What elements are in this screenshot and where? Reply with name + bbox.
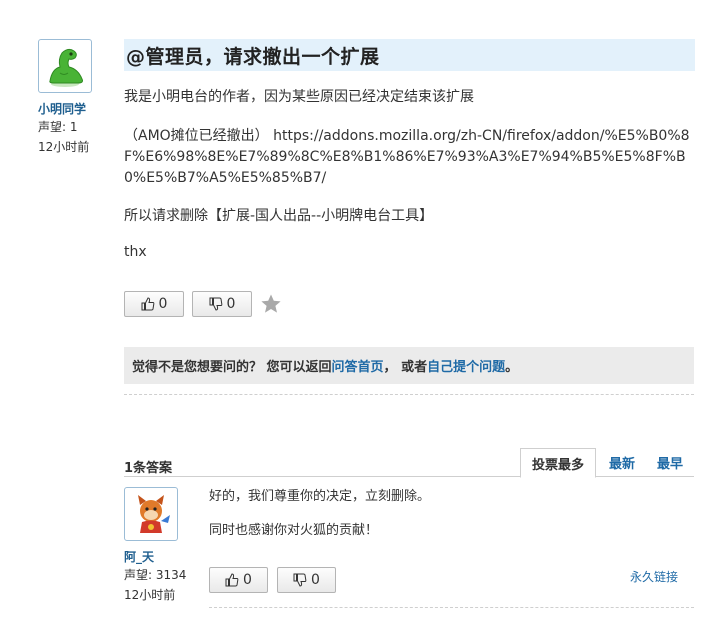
author-name[interactable]: 阿_天 [124, 548, 204, 565]
notice-middle: ， 或者 [383, 360, 428, 375]
upvote-count: 0 [158, 296, 168, 312]
notice-suffix: 。 [505, 360, 519, 375]
notice-bar: 觉得不是您想要问的？ 您可以返回 问答首页， 或者 自己提个问题。 [124, 347, 694, 384]
author-reputation: 声望: 1 [38, 120, 78, 134]
avatar[interactable] [38, 39, 92, 93]
thumbs-down-icon [293, 573, 307, 587]
answers-header: 1条答案 投票最多 最新 最早 [124, 448, 694, 478]
divider [209, 607, 694, 608]
author-reputation: 声望: 3134 [124, 568, 187, 582]
tab-newest[interactable]: 最新 [598, 448, 646, 477]
question-paragraph: 所以请求删除【扩展-国人出品--小明牌电台工具】 [124, 208, 434, 224]
answers-count: 1条答案 [124, 461, 173, 476]
thumbs-up-icon [141, 297, 154, 311]
ask-question-link[interactable]: 自己提个问题 [427, 356, 505, 375]
thumbs-down-icon [209, 297, 222, 311]
answer-vote-row: 0 0 [209, 567, 336, 593]
question-vote-row: 0 0 [124, 291, 282, 317]
question-paragraph: thx [124, 244, 147, 260]
question-author: 小明同学 声望: 1 12小时前 [38, 39, 108, 157]
star-icon [261, 294, 281, 313]
upvote-count: 0 [243, 572, 252, 588]
qa-home-link[interactable]: 问答首页 [332, 356, 384, 375]
answer-paragraph: 好的，我们尊重你的决定，立刻删除。 [209, 489, 431, 504]
downvote-button[interactable]: 0 [277, 567, 336, 593]
thumbs-up-icon [225, 573, 239, 587]
answer-body: 好的，我们尊重你的决定，立刻删除。 同时也感谢你对火狐的贡献！ [209, 487, 679, 555]
answer-author: 阿_天 声望: 3134 12小时前 [124, 487, 204, 605]
fox-mascot-avatar-icon [138, 495, 170, 533]
downvote-count: 0 [311, 572, 320, 588]
tab-oldest[interactable]: 最早 [646, 448, 694, 477]
tab-most-votes[interactable]: 投票最多 [519, 448, 596, 478]
question-title: @管理员，请求撤出一个扩展 [126, 45, 380, 68]
permalink[interactable]: 永久链接 [630, 568, 678, 585]
upvote-button[interactable]: 0 [124, 291, 184, 317]
question-paragraph-url: （AMO摊位已经撤出） https://addons.mozilla.org/z… [124, 128, 690, 186]
notice-prefix: 觉得不是您想要问的？ 您可以返回 [132, 360, 332, 375]
dinosaur-avatar-icon [49, 48, 83, 87]
sort-tabs: 投票最多 最新 最早 [519, 448, 694, 478]
favorite-star-button[interactable] [260, 293, 282, 315]
downvote-button[interactable]: 0 [192, 291, 252, 317]
post-time: 12小时前 [124, 588, 176, 602]
divider [124, 394, 694, 395]
question-paragraph: 我是小明电台的作者，因为某些原因已经决定结束该扩展 [124, 89, 474, 105]
question-title-bar: @管理员，请求撤出一个扩展 [124, 39, 695, 71]
downvote-count: 0 [226, 296, 236, 312]
author-name[interactable]: 小明同学 [38, 100, 108, 117]
avatar[interactable] [124, 487, 178, 541]
post-time: 12小时前 [38, 140, 90, 154]
question-body: 我是小明电台的作者，因为某些原因已经决定结束该扩展 （AMO摊位已经撤出） ht… [124, 86, 694, 277]
answer-paragraph: 同时也感谢你对火狐的贡献！ [209, 523, 379, 538]
upvote-button[interactable]: 0 [209, 567, 268, 593]
